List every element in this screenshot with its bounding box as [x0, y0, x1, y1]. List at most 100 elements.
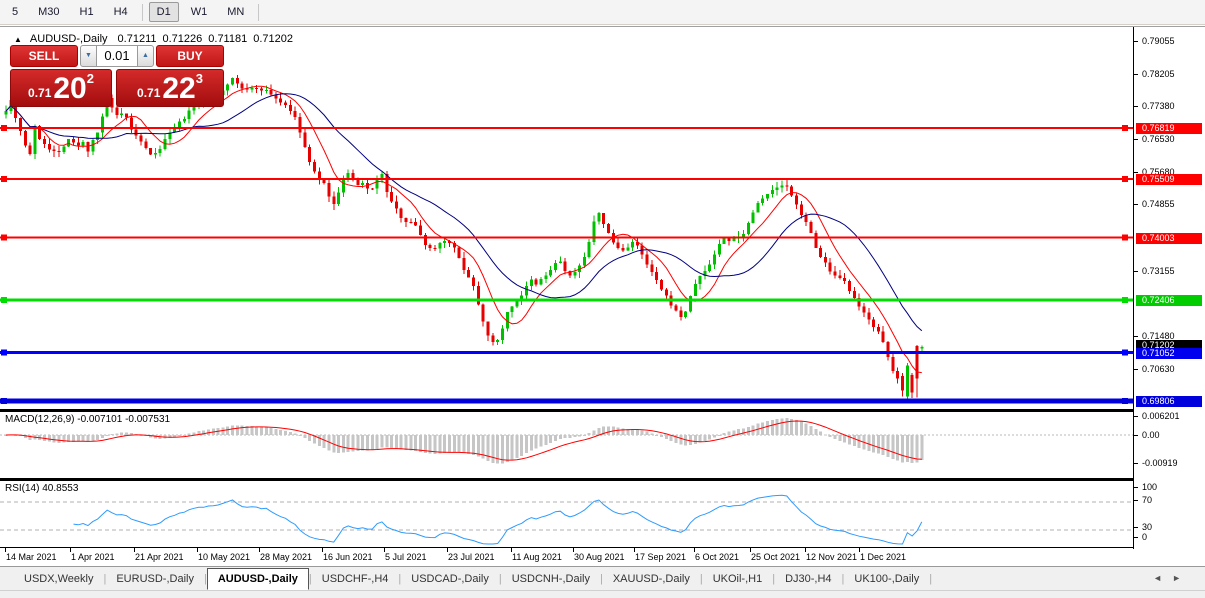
collapse-panel-icon[interactable]: ▲	[14, 35, 22, 44]
line-handle-left[interactable]	[1, 234, 7, 241]
buy-button[interactable]: BUY	[156, 45, 224, 67]
candle-body	[500, 328, 504, 340]
tab-xauusd-daily[interactable]: XAUUSD-,Daily	[603, 569, 700, 589]
candle-body	[91, 140, 95, 152]
line-handle-right[interactable]	[1122, 125, 1128, 132]
macd-histogram-bar	[553, 435, 557, 441]
timeframe-button-h1[interactable]: H1	[72, 2, 102, 22]
candle-body	[751, 212, 755, 223]
macd-histogram-bar	[592, 430, 596, 435]
macd-histogram-bar	[298, 435, 302, 436]
candle-body	[867, 312, 871, 320]
macd-histogram-bar	[539, 435, 543, 447]
horizontal-level-line[interactable]	[0, 236, 1133, 239]
sell-price-button[interactable]: 0.71 20 2	[10, 69, 112, 107]
line-handle-right[interactable]	[1122, 176, 1128, 183]
candle-body	[525, 285, 529, 296]
line-handle-left[interactable]	[1, 349, 7, 356]
tab-audusd-daily[interactable]: AUDUSD-,Daily	[206, 567, 309, 590]
timeframe-button-h4[interactable]: H4	[106, 2, 136, 22]
tab-separator: |	[929, 572, 933, 585]
candle-body	[226, 84, 230, 91]
macd-histogram-bar	[303, 435, 307, 438]
tab-usdcad-daily[interactable]: USDCAD-,Daily	[401, 569, 499, 589]
level-price-label: 0.76819	[1136, 123, 1202, 135]
line-handle-right[interactable]	[1122, 296, 1128, 303]
quote-close: 0.71202	[253, 33, 293, 45]
line-handle-left[interactable]	[1, 296, 7, 303]
line-handle-right[interactable]	[1122, 398, 1128, 405]
candle-body	[717, 243, 721, 255]
tab-ukoil-h1[interactable]: UKOil-,H1	[703, 569, 773, 589]
macd-histogram-bar	[886, 435, 890, 457]
tab-dj30-h4[interactable]: DJ30-,H4	[775, 569, 841, 589]
macd-histogram-bar	[385, 435, 389, 448]
line-handle-right[interactable]	[1122, 234, 1128, 241]
horizontal-level-line[interactable]	[0, 398, 1133, 404]
timeframe-button-m30[interactable]: M30	[30, 2, 67, 22]
buy-price-button[interactable]: 0.71 22 3	[116, 69, 224, 107]
timeframe-button-5[interactable]: 5	[4, 2, 26, 22]
candle-body	[496, 339, 500, 343]
volume-input[interactable]: 0.01	[96, 45, 138, 67]
candle-body	[664, 289, 668, 296]
axis-tick	[1134, 335, 1138, 337]
candle-body	[235, 77, 239, 84]
candle-body	[563, 261, 567, 271]
candle-body	[293, 111, 297, 117]
timeframe-button-mn[interactable]: MN	[219, 2, 252, 22]
macd-histogram-bar	[467, 435, 471, 455]
volume-decrease-button[interactable]: ▼	[80, 45, 97, 67]
macd-histogram-bar	[549, 435, 553, 443]
date-label: 17 Sep 2021	[635, 552, 687, 562]
macd-histogram-bar	[708, 435, 712, 440]
horizontal-level-line[interactable]	[0, 351, 1133, 355]
macd-histogram-bar	[274, 428, 278, 435]
candle-body	[322, 180, 326, 183]
sell-button[interactable]: SELL	[10, 45, 78, 67]
macd-histogram-bar	[515, 435, 519, 459]
time-axis[interactable]: 14 Mar 2021 1 Apr 2021 21 Apr 2021 10 May 2…	[0, 547, 1133, 567]
candle-body	[814, 233, 818, 248]
tab-scroll-right-icon[interactable]: ►	[1172, 573, 1191, 583]
line-handle-left[interactable]	[1, 398, 7, 405]
candle-body	[809, 222, 813, 234]
macd-histogram-bar	[525, 435, 529, 454]
tab-usdcnh-daily[interactable]: USDCNH-,Daily	[502, 569, 600, 589]
candle-body	[819, 247, 823, 257]
timeframe-toolbar: 5 M30 H1 H4 D1 W1 MN	[0, 0, 1205, 25]
tab-scroll-arrows[interactable]: ◄►	[1153, 573, 1191, 583]
date-label: 1 Apr 2021	[71, 552, 115, 562]
line-handle-left[interactable]	[1, 125, 7, 132]
tab-scroll-left-icon[interactable]: ◄	[1153, 573, 1172, 583]
tab-uk100-daily[interactable]: UK100-,Daily	[844, 569, 929, 589]
axis-tick	[1134, 204, 1138, 206]
horizontal-level-line[interactable]	[0, 298, 1133, 302]
toolbar-separator	[141, 3, 143, 21]
timeframe-button-d1[interactable]: D1	[148, 2, 179, 22]
tab-usdx-weekly[interactable]: USDX,Weekly	[14, 569, 103, 589]
line-handle-right[interactable]	[1122, 349, 1128, 356]
line-handle-left[interactable]	[1, 176, 7, 183]
candle-body	[775, 187, 779, 190]
price-axis[interactable]: 0.79055 0.78205 0.77380 0.76530 0.75680 0.748…	[1133, 27, 1205, 549]
rsi-indicator-label: RSI(14) 40.8553	[5, 483, 79, 494]
tab-usdchf-h4[interactable]: USDCHF-,H4	[312, 569, 399, 589]
macd-histogram-bar	[804, 423, 808, 435]
candle-body	[284, 102, 288, 106]
candle-body	[823, 256, 827, 263]
candle-body	[250, 87, 254, 90]
timeframe-button-w1[interactable]: W1	[183, 2, 216, 22]
candle-body	[713, 254, 717, 265]
date-label: 21 Apr 2021	[135, 552, 184, 562]
horizontal-level-line[interactable]	[0, 178, 1133, 181]
horizontal-level-line[interactable]	[0, 127, 1133, 130]
macd-histogram-bar	[828, 435, 832, 437]
rsi-chart[interactable]	[0, 481, 1133, 547]
candle-body	[905, 365, 909, 397]
axis-tick	[1134, 537, 1138, 538]
tab-eurusd-daily[interactable]: EURUSD-,Daily	[106, 569, 204, 589]
candle-body	[76, 142, 80, 146]
volume-increase-button[interactable]: ▲	[137, 45, 154, 67]
axis-tick	[1134, 106, 1138, 108]
